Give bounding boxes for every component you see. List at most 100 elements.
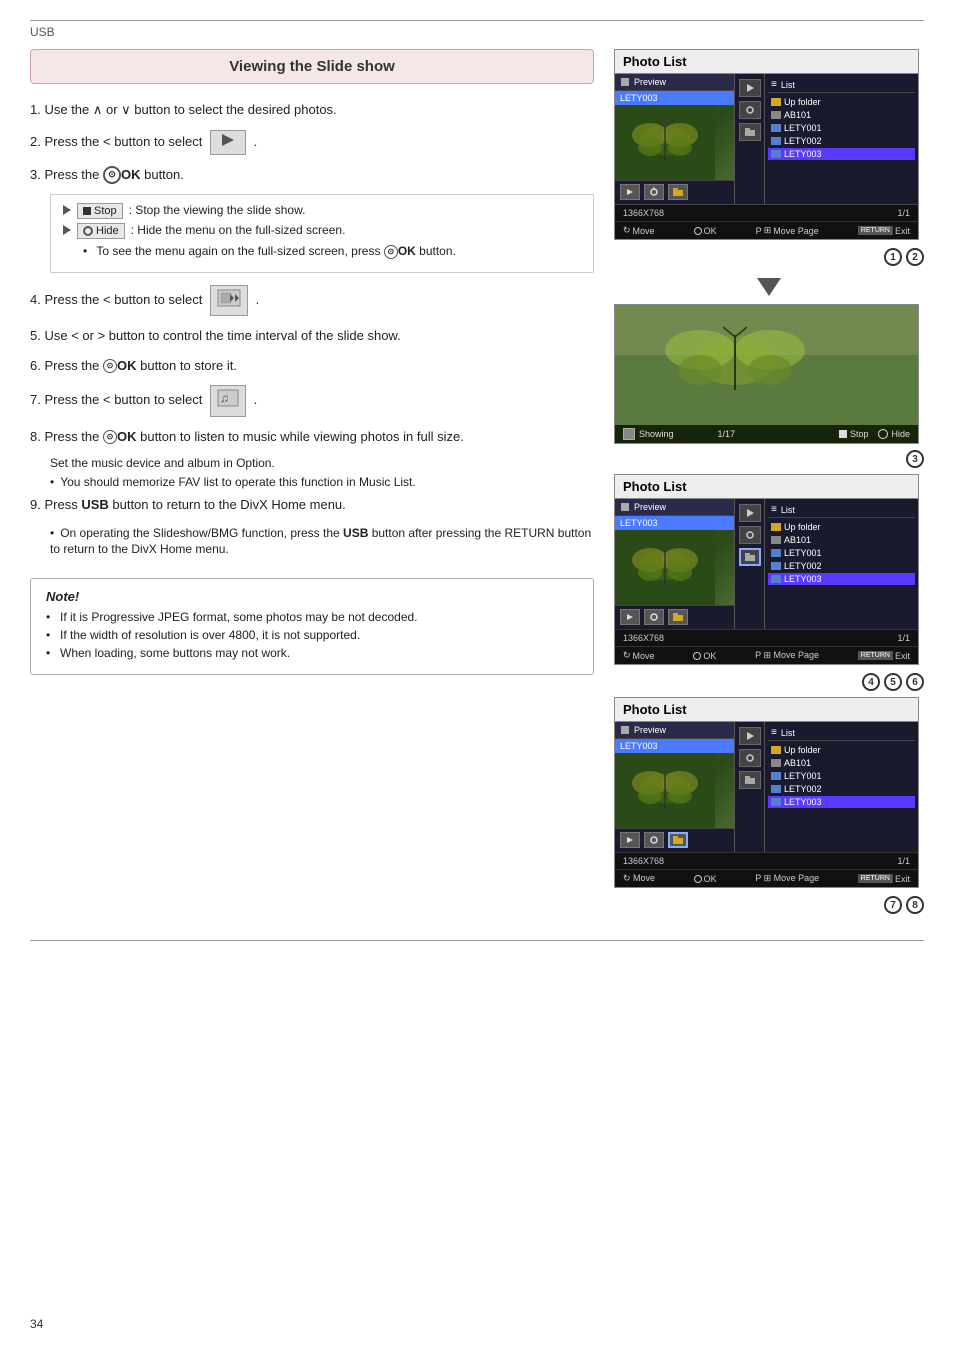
up-folder-label: Up folder [784, 97, 821, 107]
middle-icons [735, 74, 765, 204]
list-item-ab101-3: AB101 [768, 757, 915, 769]
page-indicator: 1/1 [897, 208, 910, 218]
mid-icon-opt [739, 101, 761, 119]
file-icon-lety002-2 [771, 562, 781, 570]
info-box: Stop : Stop the viewing the slide show. … [50, 194, 594, 273]
folder-icon-3 [771, 746, 781, 754]
instruction-7-num: 7. [30, 393, 44, 408]
instruction-8-num: 8. [30, 429, 44, 444]
list-item-lety001: LETY001 [768, 122, 915, 134]
ok-icon-3: ⊙ [103, 166, 121, 184]
resolution: 1366X768 [623, 208, 664, 218]
instruction-6: 6. Press the ⊙OK button to store it. [30, 356, 594, 376]
exit-label-2: Exit [895, 651, 910, 661]
stop-square-icon [83, 207, 91, 215]
hide-row: Hide : Hide the menu on the full-sized s… [63, 223, 581, 239]
lety002-label-3: LETY002 [784, 784, 822, 794]
play-button-icon [210, 130, 246, 155]
lety003-label-3: LETY003 [784, 797, 822, 807]
content-area: Viewing the Slide show 1. Use the ∧ or ∨… [30, 49, 924, 920]
photo-list-3-body: Preview LETY003 [615, 722, 918, 852]
list-icon-3: ≡ [771, 727, 777, 738]
instruction-7: 7. Press the < button to select ♫ . [30, 385, 594, 417]
instruction-3-text: Press the ⊙OK button. [44, 167, 183, 182]
return-icon-3: RETURN [858, 874, 893, 883]
list-label-2: List [781, 505, 795, 515]
option-icon-btn-2[interactable] [644, 609, 664, 625]
file-icon-lety002-3 [771, 785, 781, 793]
slideshow-display: Showing 1/17 Stop Hide [614, 304, 919, 444]
option-icon-btn-3[interactable] [644, 832, 664, 848]
p-icon-2: P ⊞ Move Page [755, 650, 819, 661]
folder-icon [771, 98, 781, 106]
play-icon-btn-3[interactable] [620, 832, 640, 848]
list-item-lety003: LETY003 [768, 148, 915, 160]
pl-controls-2: ↻ Move OK P ⊞ Move Page RETURN Exit [615, 646, 918, 664]
play-icon-btn-2[interactable] [620, 609, 640, 625]
circle-nums-row-78: 7 8 [614, 896, 924, 914]
photo-list-1: Photo List Preview LETY003 [614, 49, 919, 240]
file-icon-ab101-2 [771, 536, 781, 544]
list-item-upfolder-3: Up folder [768, 744, 915, 756]
ab101-label-2: AB101 [784, 535, 811, 545]
ctrl-ok-2: OK [693, 651, 716, 661]
up-folder-label-3: Up folder [784, 745, 821, 755]
preview-text: Preview [634, 77, 666, 87]
bottom-border [30, 940, 924, 941]
lety002-label-2: LETY002 [784, 561, 822, 571]
folder-icon-btn-2[interactable] [668, 609, 688, 625]
ab101-label: AB101 [784, 110, 811, 120]
middle-icons-3 [735, 722, 765, 852]
move-icon-3: ↻ Move [623, 873, 655, 884]
circle-nums-row-1: 1 2 [614, 248, 924, 266]
instruction-1: 1. Use the ∧ or ∨ button to select the d… [30, 100, 594, 120]
file-icon-ab101-3 [771, 759, 781, 767]
instruction-4: 4. Press the < button to select . [30, 285, 594, 317]
instruction-9: 9. Press USB button to return to the Div… [30, 495, 594, 515]
file-icon-lety003-2 [771, 575, 781, 583]
instruction-3: 3. Press the ⊙OK button. [30, 165, 594, 185]
p-icon-3: P ⊞ Move Page [755, 873, 819, 884]
preview-label-3: Preview [615, 722, 734, 739]
stop-label: Stop [94, 205, 117, 217]
option-icon-btn[interactable] [644, 184, 664, 200]
circle-num-4: 4 [862, 673, 880, 691]
instruction-2: 2. Press the < button to select . [30, 130, 594, 155]
showing-text: Showing [639, 429, 674, 439]
music-icon: ♫ [210, 385, 246, 417]
movepage-icon: ⊞ [764, 225, 772, 236]
slideshow-hide-label: Hide [891, 429, 910, 439]
folder-icon-btn[interactable] [668, 184, 688, 200]
file-icon-lety002 [771, 137, 781, 145]
preview-text-2: Preview [634, 502, 666, 512]
stop-row: Stop : Stop the viewing the slide show. [63, 203, 581, 219]
slideshow-footer: Showing 1/17 Stop Hide [615, 425, 918, 443]
list-header: ≡ List [768, 77, 915, 93]
pl-footer-1: 1366X768 1/1 [615, 204, 918, 221]
instruction-5-num: 5. [30, 328, 44, 343]
list-item-ab101-2: AB101 [768, 534, 915, 546]
list-item-upfolder: Up folder [768, 96, 915, 108]
ok-circle-icon [694, 227, 702, 235]
list-item-lety001-3: LETY001 [768, 770, 915, 782]
circle-num-8: 8 [906, 896, 924, 914]
preview-text-3: Preview [634, 725, 666, 735]
note-item-1: If it is Progressive JPEG format, some p… [46, 610, 578, 624]
preview-label-2: Preview [615, 499, 734, 516]
file-icon-ab101 [771, 111, 781, 119]
note-item-2: If the width of resolution is over 4800,… [46, 628, 578, 642]
circle-num-7: 7 [884, 896, 902, 914]
ctrl-return-2: RETURN Exit [858, 651, 910, 661]
folder-icon-btn-3[interactable] [668, 832, 688, 848]
lety002-label: LETY002 [784, 136, 822, 146]
list-header-3: ≡ List [768, 725, 915, 741]
instruction-5-text: Use < or > button to control the time in… [44, 328, 400, 343]
list-item-lety002-2: LETY002 [768, 560, 915, 572]
ok-label-2: OK [703, 651, 716, 661]
pl-controls-1: ↻ Move OK P ⊞ Move Page RETURN E [615, 221, 918, 239]
hide-desc: : Hide the menu on the full-sized screen… [131, 223, 346, 237]
play-icon-btn[interactable] [620, 184, 640, 200]
note-item-3: When loading, some buttons may not work. [46, 646, 578, 660]
list-col-2: ≡ List Up folder AB101 [765, 499, 918, 629]
preview-thumb [615, 105, 734, 180]
